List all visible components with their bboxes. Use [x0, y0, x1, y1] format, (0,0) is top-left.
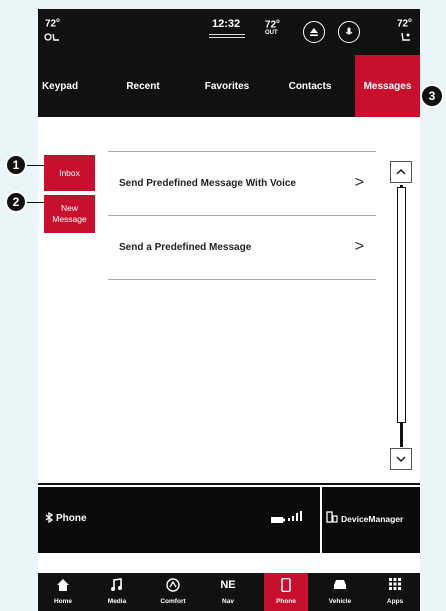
nav-label: Vehicle	[328, 598, 352, 605]
new-message-label-line2: Message	[52, 214, 87, 224]
phone-bar-divider	[320, 487, 322, 553]
tab-messages[interactable]: Messages	[355, 55, 420, 117]
nav-nav[interactable]: NE Nav	[206, 573, 250, 611]
uconnect-screen: 72o 12:32 72o OUT 72o Keypad Recent Favor…	[38, 9, 420, 611]
nav-label: Comfort	[160, 598, 186, 605]
nav-label: Apps	[386, 598, 404, 605]
comfort-icon	[151, 578, 195, 592]
mic-icon[interactable]	[338, 21, 360, 43]
tab-recent[interactable]: Recent	[118, 55, 168, 117]
scroll-down-button[interactable]	[390, 448, 412, 470]
heated-seat-icon[interactable]	[44, 32, 60, 45]
nav-comfort[interactable]: Comfort	[151, 573, 195, 611]
phone-label[interactable]: Phone	[56, 513, 87, 524]
device-manager-icon	[326, 511, 338, 526]
chevron-up-icon	[396, 169, 406, 175]
tab-favorites[interactable]: Favorites	[198, 55, 256, 117]
callout-3: 3	[420, 84, 444, 108]
bottom-nav: Home Media Comfort NE Nav Phone Vehicle …	[38, 573, 420, 611]
music-note-icon	[95, 578, 139, 592]
phone-icon	[264, 577, 308, 593]
car-icon	[318, 578, 362, 592]
outside-temp: 72o OUT	[265, 19, 280, 37]
nav-media[interactable]: Media	[95, 573, 139, 611]
inbox-button[interactable]: Inbox	[44, 155, 95, 191]
new-message-label-line1: New	[60, 203, 78, 213]
nav-home[interactable]: Home	[41, 573, 85, 611]
scrollbar-thumb[interactable]	[397, 187, 406, 423]
passenger-seat-icon[interactable]	[400, 32, 412, 46]
callout-leader	[27, 202, 44, 203]
chevron-down-icon	[396, 456, 406, 462]
tab-keypad[interactable]: Keypad	[38, 55, 82, 117]
spacer	[38, 553, 420, 573]
menu-item-label: Send Predefined Message With Voice	[119, 177, 296, 189]
signal-strength-icon	[288, 511, 302, 524]
home-icon	[41, 578, 85, 592]
menu-item-send-with-voice[interactable]: Send Predefined Message With Voice >	[108, 152, 376, 214]
tab-contacts[interactable]: Contacts	[281, 55, 339, 117]
phone-tab-bar: Keypad Recent Favorites Contacts Message…	[38, 55, 420, 117]
nav-label: Home	[53, 598, 73, 605]
nav-label: Media	[107, 598, 127, 605]
nav-label: Nav	[222, 598, 234, 605]
chevron-right-icon: >	[354, 174, 364, 191]
nav-apps[interactable]: Apps	[373, 573, 417, 611]
passenger-temp[interactable]: 72o	[397, 16, 412, 29]
phone-status-bar: Phone DeviceManager	[38, 487, 420, 553]
eject-icon[interactable]	[303, 21, 325, 43]
nav-label: Phone	[276, 598, 296, 605]
battery-icon	[271, 515, 285, 526]
menu-item-label: Send a Predefined Message	[119, 241, 252, 253]
status-bar: 72o 12:32 72o OUT 72o	[38, 9, 420, 55]
callout-leader	[27, 165, 44, 166]
apps-grid-icon	[373, 578, 417, 592]
menu-item-send-predefined[interactable]: Send a Predefined Message >	[108, 216, 376, 278]
scroll-up-button[interactable]	[390, 161, 412, 183]
bluetooth-icon	[45, 511, 54, 526]
compass-icon: NE	[220, 579, 236, 591]
menu-divider	[108, 279, 376, 280]
messages-panel: Inbox New Message Send Predefined Messag…	[38, 117, 420, 485]
driver-temp[interactable]: 72o	[45, 16, 60, 29]
nav-phone[interactable]: Phone	[264, 573, 308, 611]
callout-2: 2	[5, 191, 27, 213]
nav-vehicle[interactable]: Vehicle	[318, 573, 362, 611]
device-manager-button[interactable]: DeviceManager	[341, 514, 403, 524]
chevron-right-icon: >	[354, 238, 364, 255]
new-message-button[interactable]: New Message	[44, 195, 95, 233]
clock: 12:32	[212, 18, 241, 30]
clock-divider	[209, 34, 245, 40]
callout-1: 1	[5, 154, 27, 176]
